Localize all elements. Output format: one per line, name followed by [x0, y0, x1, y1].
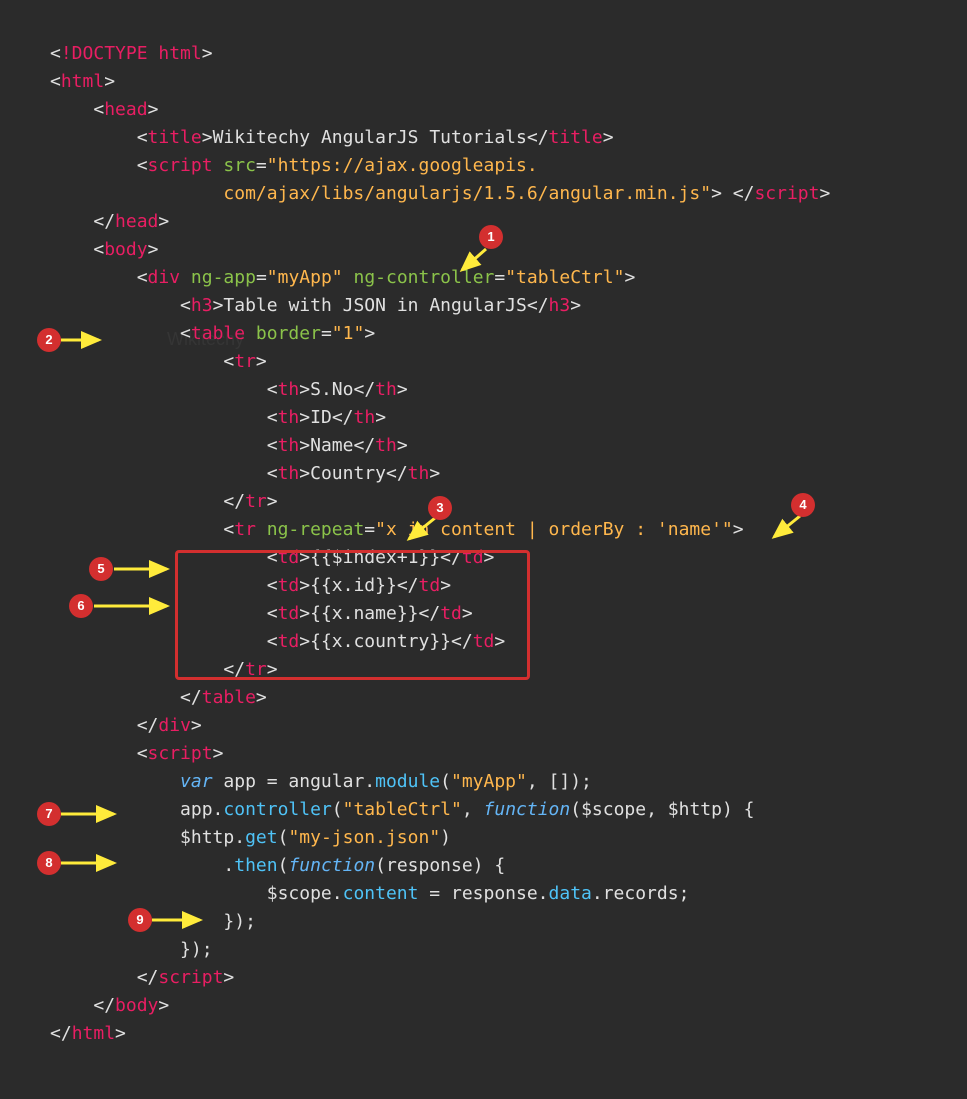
callout-arrow-8	[59, 855, 124, 875]
callout-badge-3: 3	[428, 496, 452, 520]
code-line: <th>ID</th>	[50, 404, 947, 432]
code-line: $http.get("my-json.json")	[50, 824, 947, 852]
code-line: });	[50, 936, 947, 964]
code-line: $scope.content = response.data.records;	[50, 880, 947, 908]
code-line: <th>S.No</th>	[50, 376, 947, 404]
callout-badge-5: 5	[89, 557, 113, 581]
code-line: <th>Name</th>	[50, 432, 947, 460]
code-line: var app = angular.module("myApp", []);	[50, 768, 947, 796]
code-line: <script src="https://ajax.googleapis.	[50, 152, 947, 180]
code-line: <table border="1">	[50, 320, 947, 348]
code-line: com/ajax/libs/angularjs/1.5.6/angular.mi…	[50, 180, 947, 208]
callout-red-box	[175, 550, 530, 680]
callout-arrow-9	[150, 912, 210, 932]
callout-arrow-6	[92, 598, 177, 618]
callout-arrow-2	[59, 332, 109, 352]
code-line: </html>	[50, 1020, 947, 1048]
callout-arrow-7	[59, 806, 124, 826]
callout-badge-2: 2	[37, 328, 61, 352]
code-line: <div ng-app="myApp" ng-controller="table…	[50, 264, 947, 292]
callout-arrow-5	[112, 561, 177, 581]
code-line: <script>	[50, 740, 947, 768]
code-line: </div>	[50, 712, 947, 740]
code-line: <tr>	[50, 348, 947, 376]
callout-badge-1: 1	[479, 225, 503, 249]
code-line: app.controller("tableCtrl", function($sc…	[50, 796, 947, 824]
code-line: <html>	[50, 68, 947, 96]
code-block: <!DOCTYPE html><html> <head> <title>Wiki…	[20, 40, 947, 1048]
code-line: .then(function(response) {	[50, 852, 947, 880]
code-line: </table>	[50, 684, 947, 712]
callout-badge-7: 7	[37, 802, 61, 826]
callout-badge-4: 4	[791, 493, 815, 517]
code-line: <!DOCTYPE html>	[50, 40, 947, 68]
code-line: </body>	[50, 992, 947, 1020]
callout-badge-6: 6	[69, 594, 93, 618]
code-line: <h3>Table with JSON in AngularJS</h3>	[50, 292, 947, 320]
callout-badge-8: 8	[37, 851, 61, 875]
code-line: <title>Wikitechy AngularJS Tutorials</ti…	[50, 124, 947, 152]
code-line: <th>Country</th>	[50, 460, 947, 488]
callout-badge-9: 9	[128, 908, 152, 932]
code-line: </script>	[50, 964, 947, 992]
code-line: <head>	[50, 96, 947, 124]
code-line: <tr ng-repeat="x in content | orderBy : …	[50, 516, 947, 544]
